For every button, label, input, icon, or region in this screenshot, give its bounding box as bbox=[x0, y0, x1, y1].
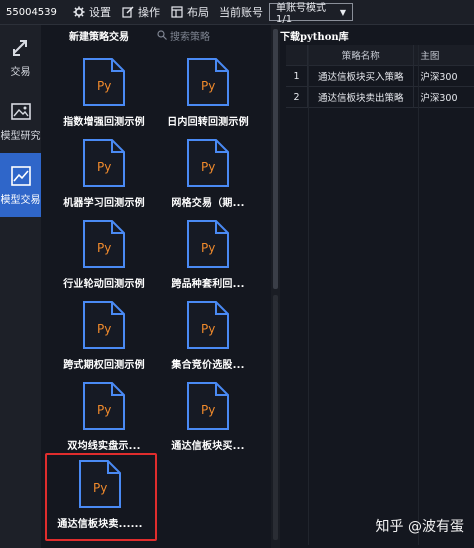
strategy-card[interactable]: Py 机器学习回测示例 bbox=[49, 138, 159, 218]
row-main-chart: 沪深300 bbox=[420, 93, 458, 104]
operate-button[interactable]: 操作 bbox=[121, 4, 160, 20]
python-file-icon: Py bbox=[82, 381, 126, 431]
row-index: 1 bbox=[286, 66, 309, 86]
strategy-card-selected[interactable]: Py 通达信板块卖...... bbox=[45, 459, 155, 539]
row-strategy-name: 通达信板块卖出策略 bbox=[308, 87, 415, 107]
account-id: 55004539 bbox=[6, 6, 57, 18]
strategy-panel-header: 新建策略交易 搜索策略 bbox=[41, 25, 271, 45]
file-badge: Py bbox=[201, 160, 215, 174]
nav-label-model-research: 模型研究 bbox=[0, 130, 41, 142]
current-account-label: 当前账号 bbox=[219, 6, 263, 19]
strategy-card[interactable]: Py 跨式期权回测示例 bbox=[49, 300, 159, 380]
table-header: 策略名称 主图 bbox=[286, 45, 474, 66]
file-badge: Py bbox=[97, 79, 111, 93]
strategy-card[interactable]: Py 行业轮动回测示例 bbox=[49, 219, 159, 299]
strategy-card[interactable]: Py 双均线实盘示... bbox=[49, 381, 159, 461]
strategy-list-panel: 下载python库 策略名称 主图 1 通达信板块买入策略 沪深300 2 通达… bbox=[280, 25, 474, 548]
python-file-icon: Py bbox=[78, 459, 122, 509]
search-input-placeholder: 搜索策略 bbox=[170, 31, 210, 43]
watermark: 知乎 @波有蛋 bbox=[375, 519, 464, 535]
file-badge: Py bbox=[93, 481, 107, 495]
arrows-icon bbox=[10, 37, 32, 59]
row-strategy-name: 通达信板块买入策略 bbox=[308, 66, 415, 86]
header-main-chart[interactable]: 主图 bbox=[414, 45, 474, 65]
strategy-card-label: 集合竞价选股... bbox=[171, 360, 245, 371]
nav-item-trade[interactable]: 交易 bbox=[0, 25, 41, 89]
table-row[interactable]: 2 通达信板块卖出策略 沪深300 bbox=[286, 87, 474, 108]
python-file-icon: Py bbox=[82, 300, 126, 350]
file-badge: Py bbox=[201, 322, 215, 336]
python-file-icon: Py bbox=[186, 138, 230, 188]
strategy-card-label: 网格交易（期... bbox=[171, 198, 245, 209]
table-row[interactable]: 1 通达信板块买入策略 沪深300 bbox=[286, 66, 474, 87]
strategy-table: 策略名称 主图 1 通达信板块买入策略 沪深300 2 通达信板块卖出策略 沪深… bbox=[286, 45, 474, 108]
row-index: 2 bbox=[286, 87, 309, 107]
operate-label: 操作 bbox=[138, 6, 160, 19]
scroll-track bbox=[273, 295, 278, 540]
strategy-card-label: 行业轮动回测示例 bbox=[63, 279, 145, 290]
strategy-card[interactable]: Py 日内回转回测示例 bbox=[153, 57, 263, 137]
column-divider bbox=[418, 45, 419, 545]
gear-icon bbox=[72, 5, 86, 19]
strategy-card-label: 双均线实盘示... bbox=[67, 441, 141, 452]
layout-button[interactable]: 布局 bbox=[170, 4, 209, 20]
file-badge: Py bbox=[201, 403, 215, 417]
python-file-icon: Py bbox=[186, 381, 230, 431]
download-python-lib-link[interactable]: 下载python库 bbox=[280, 25, 474, 45]
strategy-card[interactable]: Py 通达信板块买... bbox=[153, 381, 263, 461]
layout-label: 布局 bbox=[187, 6, 209, 19]
nav-item-model-trade[interactable]: 模型交易 bbox=[0, 153, 41, 217]
account-mode-value: 单账号模式 1/1 bbox=[276, 3, 326, 25]
python-file-icon: Py bbox=[82, 219, 126, 269]
python-file-icon: Py bbox=[82, 138, 126, 188]
python-file-icon: Py bbox=[186, 219, 230, 269]
settings-label: 设置 bbox=[89, 6, 111, 19]
row-main-chart: 沪深300 bbox=[420, 72, 458, 83]
python-file-icon: Py bbox=[82, 57, 126, 107]
strategy-card[interactable]: Py 网格交易（期... bbox=[153, 138, 263, 218]
strategy-card-label: 指数增强回测示例 bbox=[63, 117, 145, 128]
strategy-card-label: 跨品种套利回... bbox=[171, 279, 245, 290]
strategy-card-label: 通达信板块卖...... bbox=[57, 519, 143, 530]
strategy-card[interactable]: Py 集合竞价选股... bbox=[153, 300, 263, 380]
edit-icon bbox=[121, 5, 135, 19]
nav-item-model-research[interactable]: 模型研究 bbox=[0, 89, 41, 153]
strategy-card-label: 跨式期权回测示例 bbox=[63, 360, 145, 371]
scroll-thumb[interactable] bbox=[273, 29, 278, 289]
file-badge: Py bbox=[97, 241, 111, 255]
header-strategy-name[interactable]: 策略名称 bbox=[308, 45, 415, 65]
left-nav: 交易 模型研究 模型交易 bbox=[0, 25, 41, 548]
top-toolbar: 55004539 设置 操作 布局 当前账号 单账号模式 1/1 ▼ bbox=[0, 0, 474, 25]
strategy-panel: 新建策略交易 搜索策略 Py 指数增强回测示例 Py 日内回转回测示例 Py 机… bbox=[41, 25, 271, 548]
account-mode-select[interactable]: 单账号模式 1/1 ▼ bbox=[269, 3, 353, 25]
layout-icon bbox=[170, 5, 184, 19]
image-icon bbox=[10, 101, 32, 123]
python-file-icon: Py bbox=[186, 300, 230, 350]
strategy-card-label: 机器学习回测示例 bbox=[63, 198, 145, 209]
strategy-scrollbar[interactable] bbox=[271, 25, 280, 548]
strategy-card-label: 日内回转回测示例 bbox=[167, 117, 249, 128]
file-badge: Py bbox=[97, 322, 111, 336]
file-badge: Py bbox=[201, 79, 215, 93]
new-strategy-title: 新建策略交易 bbox=[69, 31, 129, 43]
chart-icon bbox=[10, 165, 32, 187]
file-badge: Py bbox=[201, 241, 215, 255]
nav-label-trade: 交易 bbox=[10, 66, 31, 78]
header-index bbox=[286, 45, 309, 65]
settings-button[interactable]: 设置 bbox=[72, 4, 111, 20]
strategy-card[interactable]: Py 指数增强回测示例 bbox=[49, 57, 159, 137]
nav-label-model-trade: 模型交易 bbox=[0, 194, 41, 206]
strategy-card[interactable]: Py 跨品种套利回... bbox=[153, 219, 263, 299]
python-file-icon: Py bbox=[186, 57, 230, 107]
file-badge: Py bbox=[97, 160, 111, 174]
column-divider bbox=[308, 45, 309, 545]
file-badge: Py bbox=[97, 403, 111, 417]
search-icon bbox=[157, 30, 167, 40]
chevron-down-icon: ▼ bbox=[339, 7, 346, 17]
strategy-card-label: 通达信板块买... bbox=[171, 441, 245, 452]
strategy-search[interactable]: 搜索策略 bbox=[157, 28, 257, 43]
